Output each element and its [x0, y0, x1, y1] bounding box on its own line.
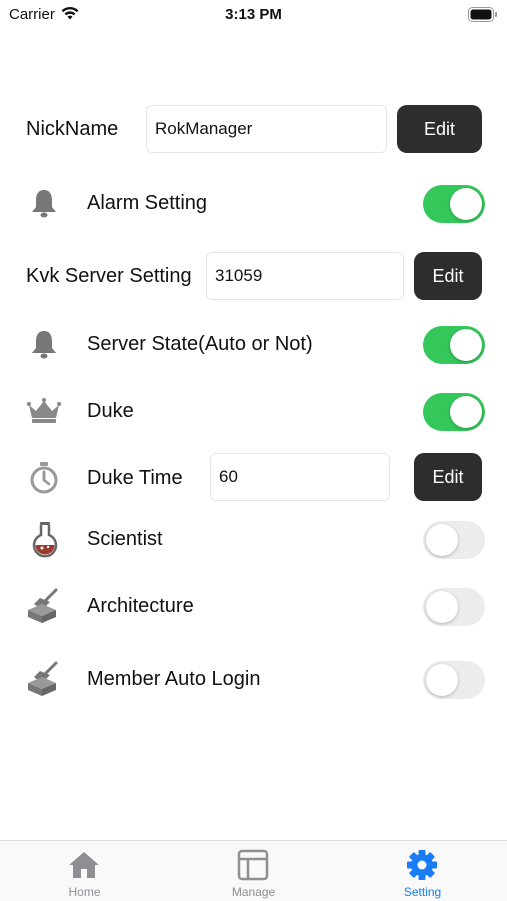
- server-state-label: Server State(Auto or Not): [87, 333, 313, 355]
- gear-icon: [407, 850, 437, 880]
- scientist-label: Scientist: [87, 528, 163, 550]
- architecture-toggle[interactable]: [423, 588, 485, 626]
- kvk-server-label: Kvk Server Setting: [26, 265, 192, 287]
- tab-manage-label: Manage: [231, 885, 276, 899]
- clock: 3:13 PM: [225, 6, 282, 23]
- duke-toggle[interactable]: [423, 393, 485, 431]
- member-auto-login-label: Member Auto Login: [87, 668, 261, 690]
- duke-label: Duke: [87, 400, 134, 422]
- duke-row: Duke: [0, 391, 507, 433]
- toggle-knob: [450, 396, 482, 428]
- bell-icon: [32, 331, 56, 359]
- crown-icon: [27, 398, 61, 423]
- member-auto-login-toggle[interactable]: [423, 661, 485, 699]
- timer-icon: [30, 462, 58, 494]
- alarm-setting-toggle[interactable]: [423, 185, 485, 223]
- nickname-label: NickName: [26, 118, 119, 140]
- kvk-server-edit-button[interactable]: Edit: [414, 252, 482, 300]
- kvk-server-row: Kvk Server Setting Edit: [0, 252, 507, 302]
- alarm-setting-row: Alarm Setting: [0, 183, 507, 225]
- tab-bar: Home Manage Setting: [0, 840, 507, 901]
- scientist-toggle[interactable]: [423, 521, 485, 559]
- member-auto-login-row: Member Auto Login: [0, 659, 507, 701]
- server-state-toggle[interactable]: [423, 326, 485, 364]
- architecture-label: Architecture: [87, 595, 194, 617]
- nickname-row: NickName Edit: [0, 105, 507, 155]
- status-bar: Carrier 3:13 PM: [0, 0, 507, 30]
- server-state-row: Server State(Auto or Not): [0, 324, 507, 366]
- duke-time-row: Duke Time Edit: [0, 453, 507, 503]
- toggle-knob: [426, 591, 458, 623]
- toggle-knob: [426, 524, 458, 556]
- flask-icon: [32, 522, 58, 558]
- nickname-input[interactable]: [146, 105, 387, 153]
- battery-icon: [468, 7, 497, 22]
- tab-setting[interactable]: Setting: [338, 841, 507, 901]
- trowel-brick-icon: [28, 588, 58, 623]
- toggle-knob: [450, 329, 482, 361]
- architecture-row: Architecture: [0, 586, 507, 628]
- trowel-brick-icon: [28, 661, 58, 696]
- tab-home-label: Home: [68, 885, 101, 899]
- house-icon: [69, 852, 99, 878]
- tab-manage[interactable]: Manage: [169, 841, 338, 901]
- scientist-row: Scientist: [0, 519, 507, 561]
- window-icon: [237, 849, 269, 881]
- nickname-edit-button[interactable]: Edit: [397, 105, 482, 153]
- kvk-server-input[interactable]: [206, 252, 404, 300]
- tab-setting-label: Setting: [403, 885, 442, 899]
- duke-time-edit-button[interactable]: Edit: [414, 453, 482, 501]
- toggle-knob: [426, 664, 458, 696]
- duke-time-label: Duke Time: [87, 467, 183, 489]
- duke-time-input[interactable]: [210, 453, 390, 501]
- toggle-knob: [450, 188, 482, 220]
- alarm-setting-label: Alarm Setting: [87, 192, 208, 214]
- tab-home[interactable]: Home: [0, 841, 169, 901]
- bell-icon: [32, 190, 56, 218]
